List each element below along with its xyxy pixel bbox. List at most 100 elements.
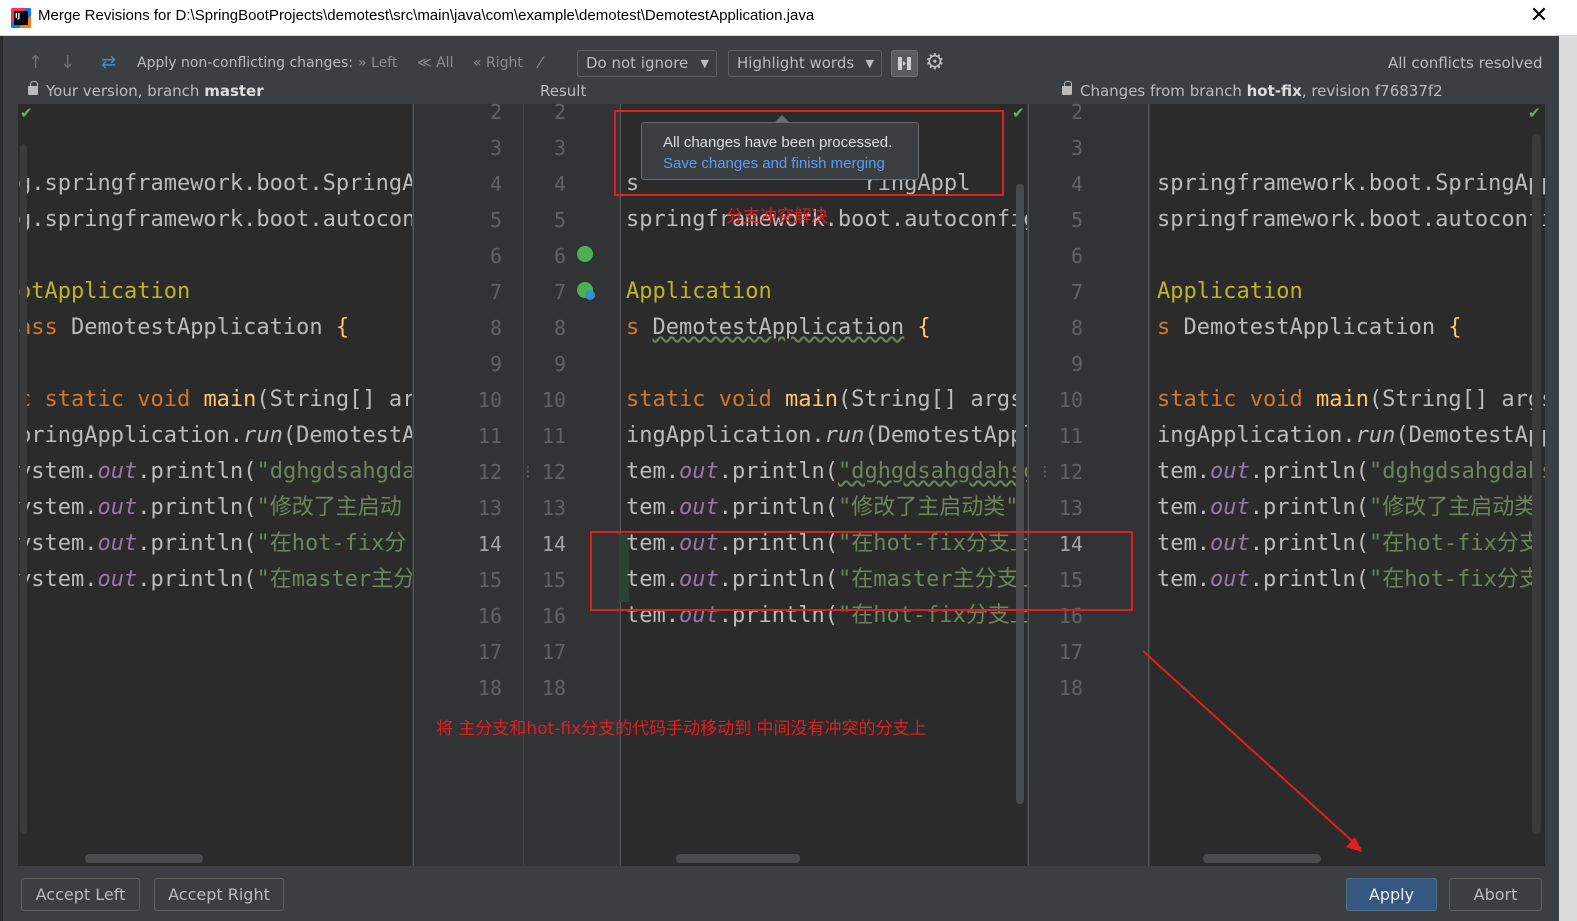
line-number: 2 [553,100,566,124]
accept-right-button[interactable]: Accept Right [154,878,284,911]
line-number: 3 [553,136,566,160]
checkmark-icon: ✔ [1012,104,1025,122]
window-titlebar: IJ Merge Revisions for D:\SpringBootProj… [0,0,1577,36]
right-revision-text: , revision f76837f2 [1301,82,1443,100]
magic-resolve-icon[interactable]: ⇄ [101,49,116,77]
left-result-gutter: ⋮ [413,104,619,866]
line-number: 12 [477,460,502,484]
line-number: 13 [477,496,502,520]
next-difference-icon[interactable]: ↓ [60,49,75,77]
line-number: 14 [541,532,566,556]
right-header-text: Changes from branch [1080,82,1242,100]
line-number: 4 [1070,172,1083,196]
line-number: 15 [541,568,566,592]
annotation-conflict-resolved: 分支冲突解决 [726,207,828,227]
line-number: 6 [489,244,502,268]
double-chevron-left-icon: « [473,55,487,71]
abort-button[interactable]: Abort [1449,878,1542,911]
merge-all-icon: ≪ [417,55,437,71]
prev-difference-icon[interactable]: ↑ [28,49,43,77]
code-line: Application [1157,279,1303,304]
result-vertical-scrollbar[interactable] [1016,184,1024,804]
line-number: 9 [553,352,566,376]
line-number: 10 [1058,388,1083,412]
line-number: 17 [1058,640,1083,664]
code-line: springframework.boot.autoconfi [1157,207,1545,232]
wand-icon[interactable]: ⁄ [539,49,542,77]
accept-left-button[interactable]: Accept Left [21,878,140,911]
line-number: 18 [477,676,502,700]
line-number: 11 [541,424,566,448]
line-number: 3 [1070,136,1083,160]
line-number: 7 [489,280,502,304]
apply-left-label: Left [371,55,398,71]
line-number: 15 [477,568,502,592]
line-number: 12 [541,460,566,484]
double-chevron-right-icon: » [358,55,372,71]
highlight-select-value: Highlight words [737,54,855,72]
close-icon[interactable]: ✕ [1527,4,1551,28]
checkmark-icon: ✔ [1528,104,1541,122]
line-number: 2 [1070,100,1083,124]
ignore-whitespace-select[interactable]: Do not ignore ▼ [577,50,717,77]
line-number: 4 [553,172,566,196]
ignore-select-value: Do not ignore [586,54,689,72]
line-number: 13 [541,496,566,520]
background-window-edge [1559,36,1577,921]
left-code: g.springframework.boot.SpringAp g.springf… [18,104,412,670]
intellij-app-icon: IJ [11,8,31,28]
left-branch-name: master [204,82,264,100]
line-number: 10 [541,388,566,412]
line-number: 10 [477,388,502,412]
gear-icon[interactable]: ⚙ [925,51,945,75]
left-vertical-scrollbar[interactable] [20,144,27,834]
left-pane-header: Your version, branch master [28,80,264,102]
chevron-down-icon: ▼ [865,57,874,70]
code-line: springframework.boot.SpringApp [1157,171,1545,196]
window-title: Merge Revisions for D:\SpringBootProject… [38,7,815,24]
accept-change-icon[interactable] [577,246,593,262]
line-number: 13 [1058,496,1083,520]
chevron-down-icon: ▼ [700,57,709,70]
line-number: 2 [489,100,502,124]
merge-dot-icon [585,290,595,300]
line-number: 16 [477,604,502,628]
line-number: 14 [477,532,502,556]
line-number: 3 [489,136,502,160]
code-line: g.springframework.boot.autocon [18,207,412,232]
line-number: 5 [489,208,502,232]
merge-status-text: All conflicts resolved [1388,54,1543,72]
line-number: 18 [1058,676,1083,700]
sync-scroll-toggle[interactable] [891,50,918,77]
right-pane-header: Changes from branch hot-fix, revision f7… [1062,80,1443,102]
line-number: 5 [553,208,566,232]
line-number: 18 [541,676,566,700]
line-number: 11 [1058,424,1083,448]
line-number: 9 [1070,352,1083,376]
apply-non-conflicting-label: Apply non-conflicting changes: [137,55,354,71]
line-number: 8 [553,316,566,340]
left-editor[interactable]: ✔ g.springframework.boot.SpringAp g.sprin… [18,104,412,866]
annotation-instruction: 将 主分支和hot-fix分支的代码手动移动到 中间没有冲突的分支上 [436,719,927,739]
apply-all-label: All [436,55,454,71]
code-line: Application [626,279,772,304]
code-line: otApplication [18,279,191,304]
apply-right-label: Right [486,55,523,71]
right-code: springframework.boot.SpringApp springfram… [1157,104,1545,670]
apply-button[interactable]: Apply [1346,878,1437,911]
highlight-mode-select[interactable]: Highlight words ▼ [728,50,882,77]
right-vertical-scrollbar[interactable] [1532,134,1541,834]
annotation-box-tooltip [614,110,1004,196]
apply-right-button[interactable]: « Right [473,49,523,77]
line-number: 16 [541,604,566,628]
result-horizontal-scrollbar[interactable] [676,854,800,863]
line-number: 11 [477,424,502,448]
line-number: 8 [489,316,502,340]
left-horizontal-scrollbar[interactable] [85,854,203,863]
apply-left-button[interactable]: » Left [358,49,397,77]
annotation-arrow [1142,650,1362,852]
line-number: 7 [1070,280,1083,304]
apply-all-button[interactable]: ≪ All [417,49,453,77]
right-branch-name: hot-fix [1246,82,1302,100]
line-number: 12 [1058,460,1083,484]
